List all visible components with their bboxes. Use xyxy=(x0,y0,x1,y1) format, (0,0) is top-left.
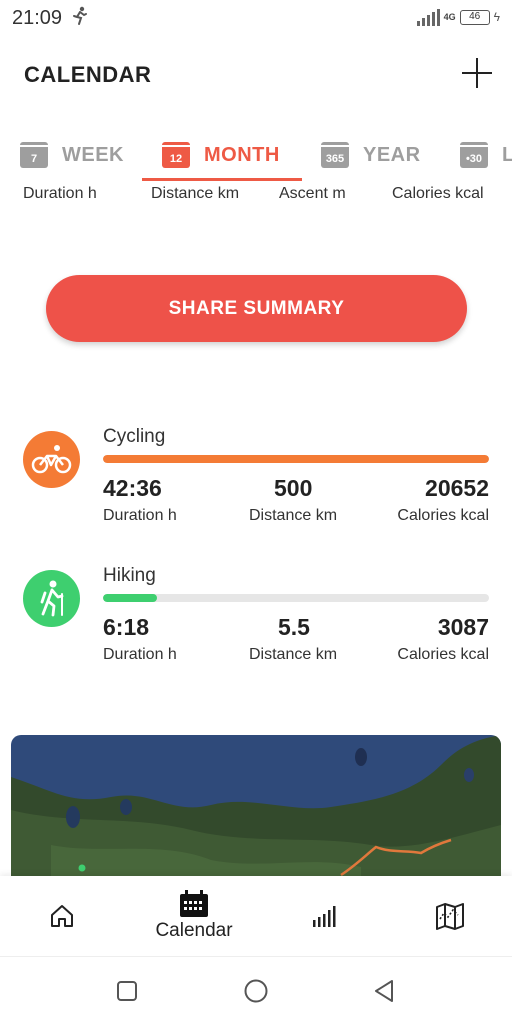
activity-distance-label: Distance km xyxy=(249,646,338,663)
tab-label: WEEK xyxy=(62,143,124,166)
activity-progress-bar xyxy=(103,594,489,602)
calendar-icon xyxy=(180,890,208,917)
tab-label: MONTH xyxy=(204,143,280,166)
activity-duration-value: 6:18 xyxy=(103,614,150,640)
calendar-icon: 7 xyxy=(20,142,48,168)
battery-icon: 46 xyxy=(459,9,490,25)
calendar-icon-number: 365 xyxy=(325,153,345,165)
tab-label: L xyxy=(502,143,512,166)
calendar-icon-number: •30 xyxy=(465,153,483,165)
activity-row-hiking[interactable]: Hiking 6:18 5.5 3087 Duration h Distance… xyxy=(0,559,512,669)
tab-month[interactable]: 12 MONTH xyxy=(162,128,280,182)
nav-statistics[interactable] xyxy=(298,876,350,956)
map-icon xyxy=(436,903,464,930)
period-tabs: 7 WEEK 12 MONTH 365 YEAR •30 L xyxy=(0,128,512,182)
summary-ascent-label: Ascent m xyxy=(279,185,346,202)
summary-distance-label: Distance km xyxy=(151,185,240,202)
calendar-icon-number: 7 xyxy=(30,153,38,165)
add-button[interactable] xyxy=(460,56,494,90)
nav-calendar-label: Calendar xyxy=(155,920,233,941)
app-header: CALENDAR xyxy=(0,48,512,104)
tab-week[interactable]: 7 WEEK xyxy=(20,128,124,182)
activity-name: Cycling xyxy=(103,426,166,447)
recent-apps-icon[interactable] xyxy=(115,979,139,1003)
home-circle-icon[interactable] xyxy=(243,978,269,1004)
calendar-icon: •30 xyxy=(460,142,488,168)
activity-distance-label: Distance km xyxy=(249,507,338,524)
activity-distance-value: 500 xyxy=(274,475,313,501)
nav-calendar[interactable]: Calendar xyxy=(148,876,240,956)
activity-progress-fill xyxy=(103,455,489,463)
back-icon[interactable] xyxy=(372,978,396,1004)
calendar-icon: 12 xyxy=(162,142,190,168)
activity-distance-value: 5.5 xyxy=(278,614,310,640)
network-type: 4G xyxy=(443,11,456,22)
home-icon xyxy=(51,905,73,927)
calendar-icon: 365 xyxy=(321,142,349,168)
calendar-icon-number: 12 xyxy=(169,153,183,165)
nav-home[interactable] xyxy=(36,876,88,956)
battery-level: 46 xyxy=(469,10,481,22)
summary-calories-label: Calories kcal xyxy=(392,185,484,202)
activity-duration-label: Duration h xyxy=(103,507,177,524)
activity-calories-label: Calories kcal xyxy=(397,507,489,524)
activity-row-cycling[interactable]: Cycling 42:36 500 20652 Duration h Dista… xyxy=(0,420,512,530)
status-time: 21:09 xyxy=(12,7,63,29)
activity-progress-fill xyxy=(103,594,158,602)
activity-calories-value: 20652 xyxy=(425,475,489,501)
hiking-icon xyxy=(23,570,80,627)
tab-label: YEAR xyxy=(363,143,421,166)
bar-chart-icon xyxy=(313,906,336,927)
activity-duration-label: Duration h xyxy=(103,646,177,663)
status-bar: 21:09 4G 46 ϟ xyxy=(0,0,512,36)
active-tab-indicator xyxy=(142,178,302,181)
system-navigation-bar xyxy=(0,956,512,1024)
cycling-icon xyxy=(23,431,80,488)
nav-map[interactable] xyxy=(422,876,478,956)
bottom-navigation: Calendar xyxy=(0,876,512,956)
charging-icon: ϟ xyxy=(493,10,500,24)
summary-duration-label: Duration h xyxy=(23,185,97,202)
running-icon xyxy=(72,6,88,31)
activity-calories-value: 3087 xyxy=(437,614,489,640)
activity-calories-label: Calories kcal xyxy=(397,646,489,663)
tab-last-30[interactable]: •30 L xyxy=(460,128,512,182)
activity-name: Hiking xyxy=(103,565,156,586)
activity-duration-value: 42:36 xyxy=(103,475,162,501)
activity-progress-bar xyxy=(103,455,489,463)
page-title: CALENDAR xyxy=(24,62,152,87)
activity-map[interactable] xyxy=(11,735,501,877)
share-summary-button[interactable]: SHARE SUMMARY xyxy=(46,275,467,342)
tab-year[interactable]: 365 YEAR xyxy=(321,128,421,182)
signal-icon xyxy=(416,8,440,26)
